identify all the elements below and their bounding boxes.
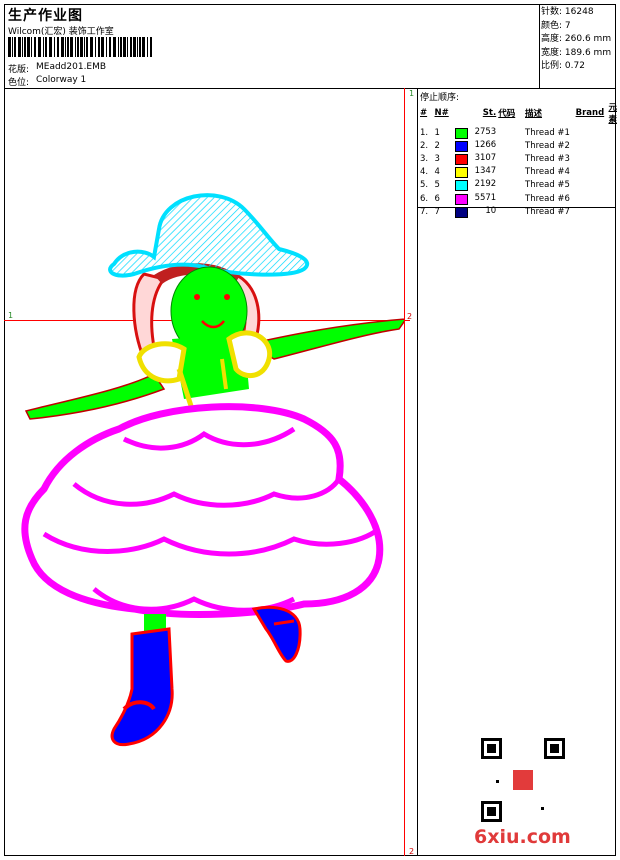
row-brand [576,166,609,179]
col-code: 代码 [498,109,516,119]
company-name: Wilcom(汇宏) 装饰工作室 [8,27,114,37]
col-n: N# [434,108,449,118]
table-row: 4. 4 1347 Thread #4 [420,166,620,179]
row-needle: 1 [434,127,440,138]
row-number: 2. [420,140,429,151]
row-description: Thread #5 [525,180,570,191]
thread-color-swatch [455,193,469,205]
design-label: 花版: [8,65,30,75]
watermark-logo: 6xiu.com [474,826,571,848]
row-description: Thread #4 [525,167,570,178]
table-header-row: # N# St. 代码 描述 Brand 元素 [420,101,620,126]
row-brand [576,205,609,218]
qr-code-icon [481,738,565,822]
row-code [498,126,525,139]
row-number: 5. [420,180,429,191]
stat-colors: 颜色: 7 [541,20,571,31]
table-row: 5. 5 2192 Thread #5 [420,179,620,192]
table-row: 7. 7 10 Thread #7 [420,205,620,218]
row-code [498,166,525,179]
stat-stitches: 针数: 16248 [541,7,594,17]
end-marker-bottom: 2 [409,847,415,856]
row-stitches: 2192 [455,179,498,192]
row-description: Thread #3 [525,153,570,164]
row-brand [576,126,609,139]
row-needle: 4 [434,167,440,178]
start-marker-top: 1 [409,89,415,98]
thread-color-swatch [455,140,469,152]
row-element [608,166,620,179]
col-brand: Brand [575,108,605,118]
thread-color-swatch [455,153,469,165]
row-description: Thread #1 [525,127,570,138]
blouse-shape [136,330,273,410]
row-brand [576,139,609,152]
row-needle: 6 [434,193,440,204]
page-title: 生产作业图 [8,8,83,24]
thread-sequence-table: # N# St. 代码 描述 Brand 元素 1. 1 2753 Thread #1… [420,101,620,218]
embroidery-design-preview [21,193,404,747]
row-needle: 2 [434,140,440,151]
row-brand [576,179,609,192]
stat-width: 宽度: 189.6 mm [541,47,612,58]
col-hash: # [420,108,428,118]
hat-shape [108,193,310,278]
row-element [608,179,620,192]
row-element [608,205,620,218]
col-desc: 描述 [525,109,543,119]
row-description: Thread #2 [525,140,570,151]
row-stitches: 1266 [455,139,498,152]
row-description: Thread #7 [525,206,570,217]
row-code [498,192,525,205]
row-stitches: 10 [455,205,498,218]
row-description: Thread #6 [525,193,570,204]
row-element [608,139,620,152]
stats-panel: 针数: 16248 颜色: 7 高度: 260.6 mm 宽度: 189.6 m… [541,6,611,74]
thread-color-swatch [455,127,469,139]
row-element [608,126,620,139]
table-row: 6. 6 5571 Thread #6 [420,192,620,205]
end-marker-right: 2 [407,312,413,321]
row-code [498,205,525,218]
table-row: 3. 3 3107 Thread #3 [420,152,620,165]
row-needle: 5 [434,180,440,191]
col-element: 元素 [608,103,617,125]
design-file: MEadd201.EMB [36,62,107,72]
table-row: 1. 1 2753 Thread #1 [420,126,620,139]
row-number: 1. [420,127,429,138]
row-number: 7. [420,206,429,217]
stat-scale: 比例: 0.72 [541,61,585,71]
row-stitches: 3107 [455,152,498,165]
thread-color-swatch [455,180,469,192]
row-element [608,192,620,205]
row-needle: 3 [434,153,440,164]
barcode-icon [8,37,152,57]
thread-color-swatch [455,206,469,218]
col-st: St. [482,108,497,118]
row-brand [576,192,609,205]
boots-shape [110,605,302,747]
table-row: 2. 2 1266 Thread #2 [420,139,620,152]
row-stitches: 1347 [455,166,498,179]
row-stitches: 5571 [455,192,498,205]
row-stitches: 2753 [455,126,498,139]
row-number: 6. [420,193,429,204]
row-code [498,139,525,152]
row-number: 4. [420,167,429,178]
row-code [498,179,525,192]
row-needle: 7 [434,206,440,217]
colorway-label: 色位: [8,78,30,88]
skirt-shape [21,403,384,618]
row-brand [576,152,609,165]
row-code [498,152,525,165]
row-element [608,152,620,165]
sequence-divider [417,88,418,856]
stats-divider [539,4,540,88]
stat-height: 高度: 260.6 mm [541,34,612,44]
row-number: 3. [420,153,429,164]
colorway-value: Colorway 1 [36,75,87,85]
thread-color-swatch [455,167,469,179]
vertical-guide-line [404,88,405,856]
